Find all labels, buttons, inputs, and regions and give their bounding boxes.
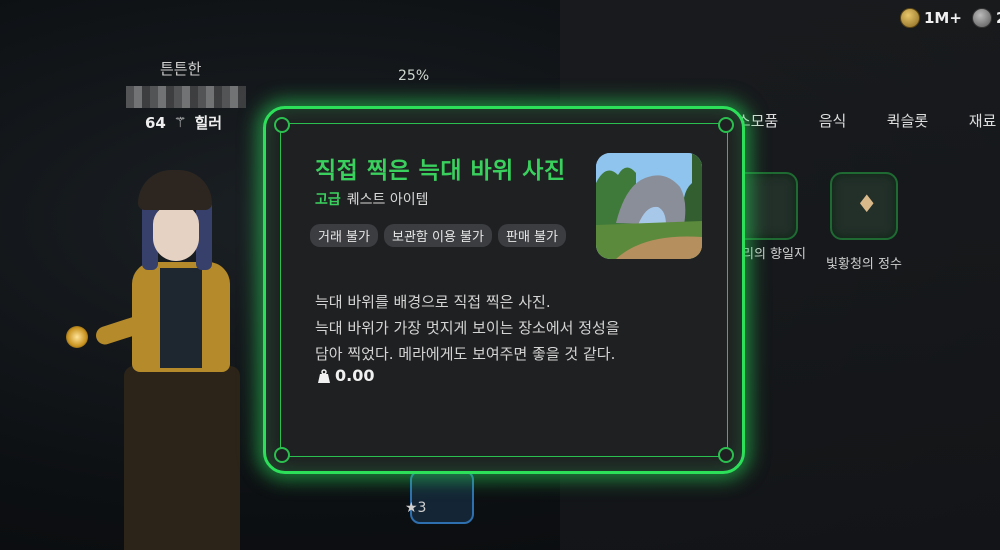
glowing-orb-icon (66, 326, 88, 348)
tag-untradable: 거래 불가 (310, 224, 378, 247)
character-hat (138, 170, 212, 210)
tab-food[interactable]: 음식 (795, 110, 870, 131)
silver-amount: 2 (996, 9, 1000, 27)
gold-amount: 1M+ (924, 9, 962, 27)
tag-unsellable: 판매 불가 (497, 224, 566, 247)
tab-materials[interactable]: 재료 (945, 110, 1000, 131)
character-shirt (160, 268, 202, 368)
tab-quickslot[interactable]: 퀵슬롯 (870, 110, 945, 131)
item-category: 퀘스트 아이템 (346, 192, 429, 208)
staff-icon: ⚚ (173, 114, 187, 131)
item-description: 늑대 바위를 배경으로 직접 찍은 사진. 늑대 바위가 가장 멋지게 보이는 … (315, 289, 695, 367)
item-subtitle: 고급 퀘스트 아이템 (315, 189, 429, 209)
tag-no-storage: 보관함 이용 불가 (383, 224, 492, 247)
progress-percent: 25% (398, 68, 430, 84)
description-line: 담아 찍었다. 메라에게도 보여주면 좋을 것 같다. (315, 345, 616, 363)
wolf-rock-photo-icon (596, 153, 702, 259)
item-title: 직접 찍은 늑대 바위 사진 (315, 158, 566, 184)
corner-ornament-icon (274, 117, 290, 133)
item-price: 0.00 (318, 366, 374, 385)
item-tags: 거래 불가 보관함 이용 불가 판매 불가 (310, 224, 580, 247)
character-title: 튼튼한 (160, 60, 202, 78)
character-level-row: 64 ⚚ 힐러 (145, 112, 222, 133)
character-skirt (124, 366, 240, 550)
description-line: 늑대 바위를 배경으로 직접 찍은 사진. (315, 293, 551, 311)
character-level: 64 (145, 113, 166, 132)
silver-coin-icon (972, 8, 992, 28)
character-face (153, 205, 199, 261)
character-class: 힐러 (194, 114, 223, 132)
gold-currency: 1M+ (900, 8, 962, 28)
wolf-rock-photo-art (596, 153, 702, 259)
weight-icon (318, 368, 330, 383)
item-price-value: 0.00 (335, 366, 375, 385)
silver-currency: 2 (972, 8, 1000, 28)
corner-ornament-icon (718, 447, 734, 463)
inventory-slot-2[interactable]: ♦ (830, 172, 898, 240)
star-count: ★3 (405, 500, 427, 516)
item-tooltip: 직접 찍은 늑대 바위 사진 고급 퀘스트 아이템 거래 불가 보관함 이용 불가… (263, 106, 745, 474)
item-grade: 고급 (315, 192, 341, 208)
crystal-icon: ♦ (856, 190, 878, 218)
gold-coin-icon (900, 8, 920, 28)
inventory-tabs: 소모품 음식 퀵슬롯 재료 (720, 110, 1000, 131)
corner-ornament-icon (274, 447, 290, 463)
character-name-blurred (126, 86, 246, 108)
corner-ornament-icon (718, 117, 734, 133)
description-line: 늑대 바위가 가장 멋지게 보이는 장소에서 정성을 (315, 319, 620, 337)
inventory-item-2-name: 빛황청의 정수 (826, 257, 902, 272)
